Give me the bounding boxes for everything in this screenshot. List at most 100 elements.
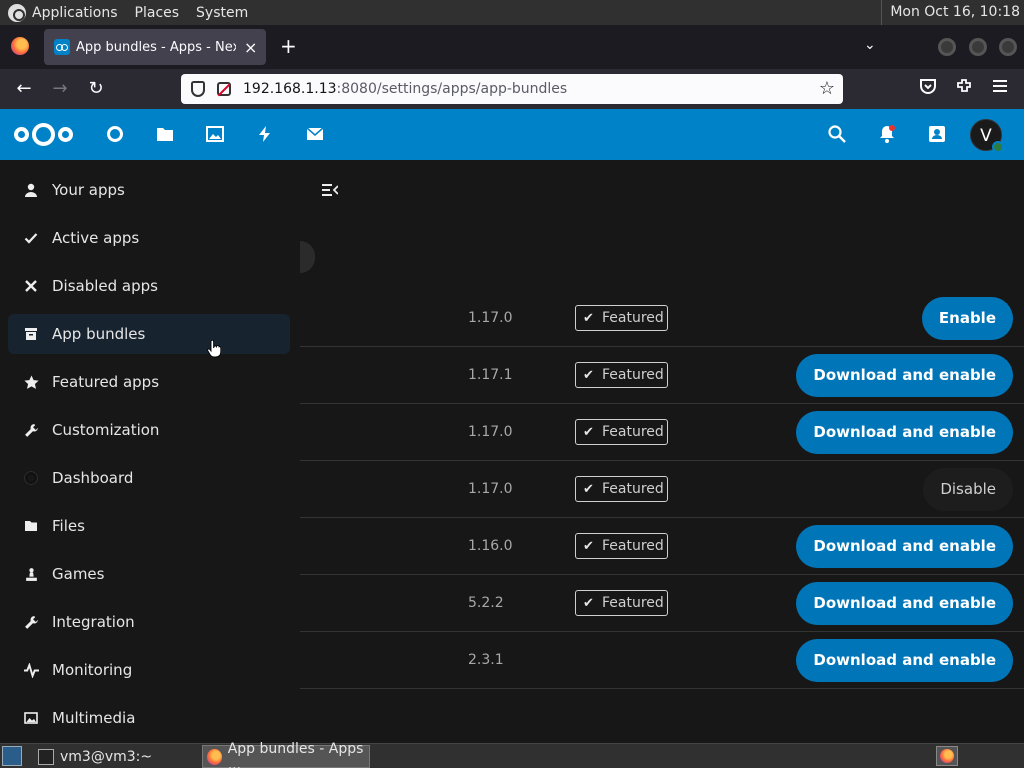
star-icon — [23, 374, 39, 390]
contacts-icon[interactable] — [927, 124, 947, 144]
table-row: 5.2.2 ✔ Featured Download and enable — [300, 575, 1024, 632]
insecure-lock-icon[interactable] — [217, 82, 231, 96]
panel-clock[interactable]: Mon Oct 16, 10:18 — [881, 0, 1024, 25]
sidebar-item-multimedia[interactable]: Multimedia — [8, 698, 290, 738]
sidebar-item-label: Integration — [52, 613, 135, 631]
image-icon — [23, 710, 39, 726]
scroll-handle[interactable] — [300, 241, 315, 273]
extensions-icon[interactable] — [955, 77, 973, 100]
minimize-window-button[interactable] — [938, 38, 956, 56]
monitoring-icon — [23, 662, 39, 678]
system-menu[interactable]: System — [196, 5, 248, 21]
download-and-enable-button[interactable]: Download and enable — [796, 411, 1013, 454]
user-avatar[interactable]: V — [970, 119, 1004, 153]
dashboard-icon[interactable] — [106, 125, 124, 143]
avatar-letter: V — [980, 126, 992, 146]
hand-cursor-icon — [207, 340, 221, 358]
sidebar-item-app-bundles[interactable]: App bundles — [8, 314, 290, 354]
show-desktop-icon[interactable] — [2, 746, 22, 766]
url-host: 192.168.1.13 — [243, 81, 337, 97]
download-and-enable-button[interactable]: Download and enable — [796, 639, 1013, 682]
sidebar-item-files[interactable]: Files — [8, 506, 290, 546]
sidebar-item-label: Files — [52, 517, 85, 535]
pocket-icon[interactable] — [919, 77, 937, 100]
app-version: 1.17.0 — [468, 310, 513, 326]
table-row: 1.17.1 ✔ Featured Download and enable — [300, 347, 1024, 404]
sidebar-item-label: Your apps — [52, 181, 125, 199]
close-tab-icon[interactable]: × — [244, 38, 257, 57]
url-path: :8080/settings/apps/app-bundles — [336, 81, 568, 97]
check-icon — [23, 230, 39, 246]
new-tab-button[interactable]: + — [280, 35, 297, 57]
download-and-enable-button[interactable]: Download and enable — [796, 582, 1013, 625]
table-row: 1.16.0 ✔ Featured Download and enable — [300, 518, 1024, 575]
sidebar-item-integration[interactable]: Integration — [8, 602, 290, 642]
app-version: 1.16.0 — [468, 538, 513, 554]
download-and-enable-button[interactable]: Download and enable — [796, 354, 1013, 397]
sidebar-item-customization[interactable]: Customization — [8, 410, 290, 450]
sidebar-item-your-apps[interactable]: Your apps — [8, 170, 290, 210]
sidebar-item-label: App bundles — [52, 325, 146, 343]
mail-icon[interactable] — [306, 125, 324, 143]
enable-button[interactable]: Enable — [921, 297, 1013, 340]
user-icon — [23, 182, 39, 198]
tab-title: App bundles - Apps - Nextcloud — [76, 39, 236, 55]
download-and-enable-button[interactable]: Download and enable — [796, 525, 1013, 568]
distro-logo-icon[interactable] — [8, 3, 26, 22]
places-menu[interactable]: Places — [135, 5, 180, 21]
taskbar-item-firefox[interactable]: App bundles - Apps ... — [202, 741, 370, 768]
table-row: 2.3.1 Download and enable — [300, 632, 1024, 689]
forward-button[interactable]: → — [48, 77, 72, 101]
sidebar-item-games[interactable]: Games — [8, 554, 290, 594]
app-version: 1.17.0 — [468, 424, 513, 440]
featured-badge: ✔ Featured — [575, 476, 668, 502]
firefox-icon[interactable] — [11, 37, 29, 55]
back-button[interactable]: ← — [12, 77, 36, 101]
table-row: 1.17.0 ✔ Featured Enable — [300, 290, 1024, 347]
sidebar-item-label: Dashboard — [52, 469, 134, 487]
check-icon: ✔ — [583, 595, 594, 611]
sidebar-item-label: Active apps — [52, 229, 140, 247]
sidebar-item-disabled-apps[interactable]: Disabled apps — [8, 266, 290, 306]
app-menu-icon[interactable] — [991, 77, 1009, 100]
app-version: 1.17.1 — [468, 367, 513, 383]
games-icon — [23, 566, 39, 582]
files-icon[interactable] — [156, 125, 174, 143]
close-window-button[interactable] — [999, 38, 1017, 56]
featured-badge: ✔ Featured — [575, 362, 668, 388]
search-icon[interactable] — [827, 124, 847, 144]
bottom-taskbar: vm3@vm3:~ App bundles - Apps ... — [0, 741, 1024, 768]
sidebar-item-label: Featured apps — [52, 373, 160, 391]
sidebar-item-active-apps[interactable]: Active apps — [8, 218, 290, 258]
tab-list-icon[interactable]: ⌄ — [864, 37, 876, 53]
disable-button[interactable]: Disable — [923, 468, 1013, 511]
maximize-window-button[interactable] — [969, 38, 987, 56]
sidebar-item-monitoring[interactable]: Monitoring — [8, 650, 290, 690]
table-row: 1.17.0 ✔ Featured Disable — [300, 461, 1024, 518]
nextcloud-logo-icon[interactable] — [14, 123, 76, 146]
featured-badge: ✔ Featured — [575, 419, 668, 445]
tray-firefox-icon[interactable] — [936, 746, 958, 766]
reload-button[interactable]: ↻ — [84, 77, 108, 101]
dashboard-icon — [23, 470, 39, 486]
online-status-icon — [992, 141, 1004, 153]
applications-menu[interactable]: Applications — [32, 5, 118, 21]
browser-navbar: ← → ↻ 192.168.1.13:8080/settings/apps/ap… — [0, 69, 1024, 109]
activity-icon[interactable] — [256, 125, 274, 143]
app-version: 1.17.0 — [468, 481, 513, 497]
featured-badge: ✔ Featured — [575, 305, 668, 331]
browser-tab-active[interactable]: App bundles - Apps - Nextcloud × — [44, 29, 266, 65]
tracking-shield-icon[interactable] — [191, 81, 205, 97]
bookmark-star-icon[interactable]: ☆ — [819, 78, 835, 99]
collapse-sidebar-icon[interactable] — [322, 183, 338, 197]
sidebar-item-featured-apps[interactable]: Featured apps — [8, 362, 290, 402]
check-icon: ✔ — [583, 538, 594, 554]
app-version: 5.2.2 — [468, 595, 504, 611]
taskbar-item-terminal[interactable]: vm3@vm3:~ — [34, 745, 200, 768]
featured-badge: ✔ Featured — [575, 533, 668, 559]
close-icon — [23, 278, 39, 294]
sidebar-item-dashboard[interactable]: Dashboard — [8, 458, 290, 498]
notifications-bell-icon[interactable] — [877, 124, 897, 144]
photos-icon[interactable] — [206, 125, 224, 143]
url-bar[interactable]: 192.168.1.13:8080/settings/apps/app-bund… — [181, 74, 843, 104]
